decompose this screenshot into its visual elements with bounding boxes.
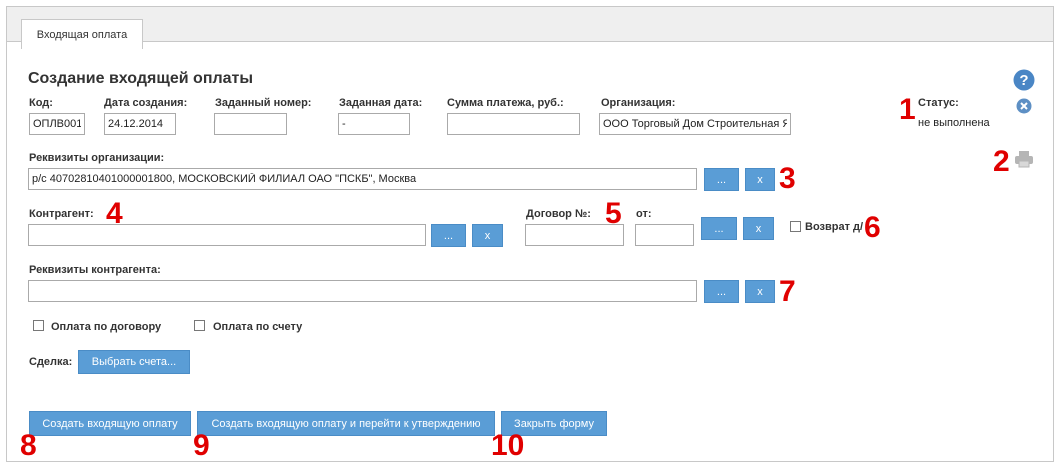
tab-bar: Входящая оплата [7, 7, 1053, 49]
contract-from-label: от: [636, 208, 652, 220]
annotation-6: 6 [864, 211, 881, 244]
pay-by-invoice-label: Оплата по счету [213, 321, 303, 333]
help-icon[interactable]: ? [1013, 69, 1035, 91]
counterparty-clear-button[interactable]: x [472, 224, 503, 247]
printer-icon[interactable] [1014, 150, 1034, 168]
counterparty-label: Контрагент: [29, 208, 94, 220]
pay-by-contract-checkbox[interactable] [33, 320, 44, 331]
created-date-field[interactable] [104, 113, 176, 135]
annotation-3: 3 [779, 162, 796, 195]
deal-label: Сделка: [29, 356, 73, 368]
return-checkbox[interactable] [790, 221, 801, 232]
contract-browse-button[interactable]: ... [701, 217, 737, 240]
pay-by-invoice-checkbox[interactable] [194, 320, 205, 331]
annotation-8: 8 [20, 429, 37, 462]
code-label: Код: [29, 97, 53, 109]
given-date-field[interactable] [338, 113, 410, 135]
counterparty-requisites-field[interactable] [28, 280, 697, 302]
contract-from-field[interactable] [635, 224, 694, 246]
close-circle-icon[interactable] [1016, 98, 1032, 114]
counterparty-requisites-label: Реквизиты контрагента: [29, 264, 161, 276]
given-date-label: Заданная дата: [339, 97, 423, 109]
annotation-2: 2 [993, 145, 1010, 178]
annotation-7: 7 [779, 275, 796, 308]
create-and-approve-button[interactable]: Создать входящую оплату и перейти к утве… [197, 411, 495, 436]
tab-incoming-payment[interactable]: Входящая оплата [21, 19, 143, 49]
amount-label: Сумма платежа, руб.: [447, 97, 564, 109]
annotation-4: 4 [106, 197, 123, 230]
org-requisites-label: Реквизиты организации: [29, 152, 165, 164]
annotation-1: 1 [899, 93, 916, 126]
annotation-5: 5 [605, 197, 622, 230]
organization-field[interactable] [599, 113, 791, 135]
annotation-10: 10 [491, 429, 525, 462]
amount-field[interactable] [447, 113, 580, 135]
counterparty-requisites-browse-button[interactable]: ... [704, 280, 739, 303]
code-field[interactable] [29, 113, 85, 135]
annotation-9: 9 [193, 429, 210, 462]
select-invoices-button[interactable]: Выбрать счета... [78, 350, 190, 374]
counterparty-requisites-clear-button[interactable]: x [745, 280, 775, 303]
created-date-label: Дата создания: [104, 97, 188, 109]
pay-by-contract-label: Оплата по договору [51, 321, 162, 333]
status-label: Статус: [918, 97, 959, 109]
given-number-label: Заданный номер: [215, 97, 312, 109]
contract-clear-button[interactable]: x [743, 217, 774, 240]
org-requisites-clear-button[interactable]: x [745, 168, 775, 191]
return-checkbox-label: Возврат д/с [805, 221, 863, 233]
counterparty-browse-button[interactable]: ... [431, 224, 466, 247]
given-number-field[interactable] [214, 113, 287, 135]
svg-text:?: ? [1019, 72, 1028, 89]
org-requisites-field[interactable] [28, 168, 697, 190]
org-requisites-browse-button[interactable]: ... [704, 168, 739, 191]
create-payment-button[interactable]: Создать входящую оплату [29, 411, 191, 436]
contract-number-label: Договор №: [526, 208, 591, 220]
page-title: Создание входящей оплаты [28, 70, 254, 87]
organization-label: Организация: [601, 97, 676, 109]
counterparty-field[interactable] [28, 224, 426, 246]
status-value: не выполнена [918, 117, 990, 129]
